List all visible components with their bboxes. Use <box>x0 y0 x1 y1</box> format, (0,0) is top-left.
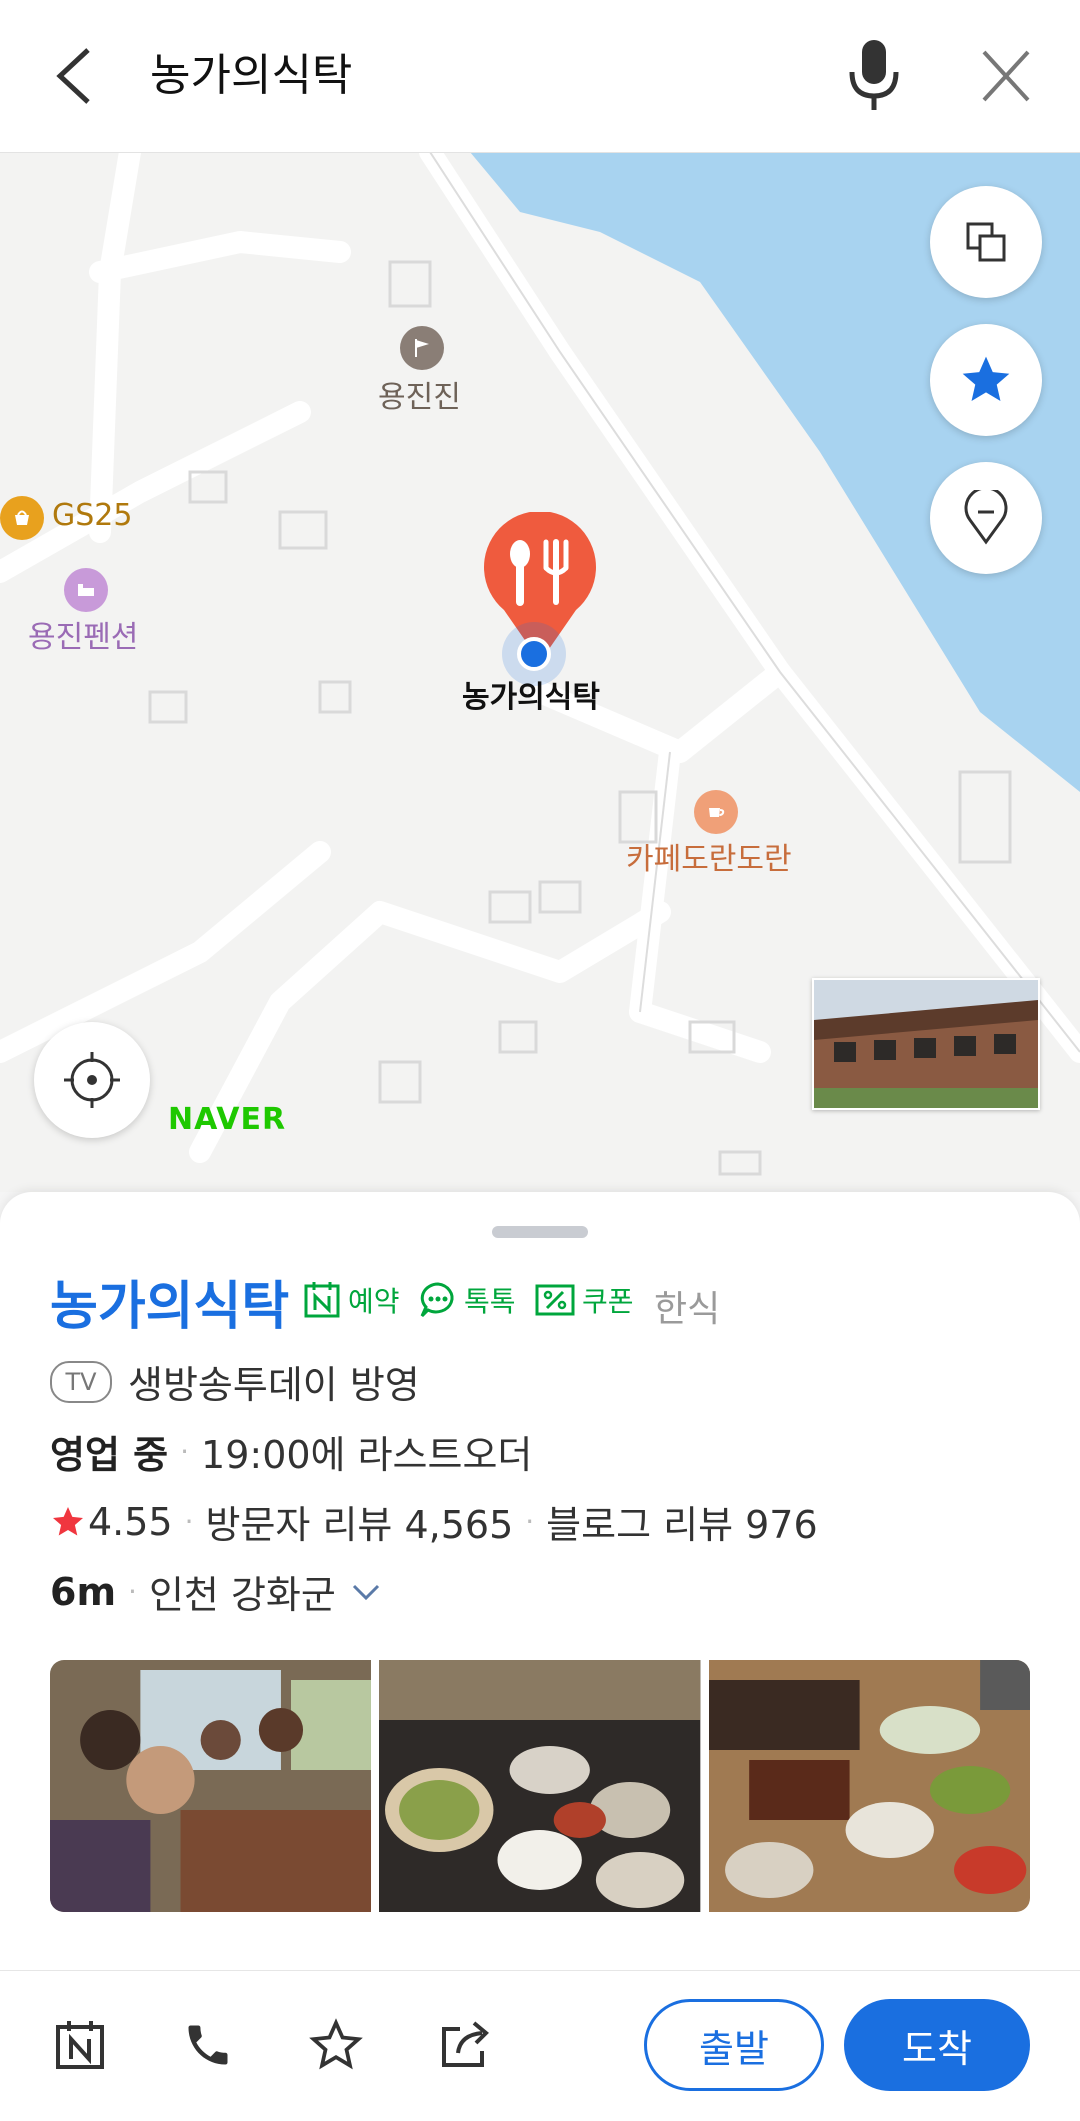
phone-icon <box>188 2025 228 2065</box>
reserve-badge[interactable]: 예약 <box>302 1280 400 1320</box>
call-button[interactable] <box>178 2015 238 2075</box>
chevron-down-icon[interactable] <box>348 1580 384 1604</box>
arrive-button[interactable]: 도착 <box>844 1999 1030 2091</box>
microphone-icon[interactable] <box>846 36 902 116</box>
photo-table-spread[interactable] <box>708 1660 1030 1912</box>
search-bar: 농가의식탁 <box>0 0 1080 153</box>
address: 인천 강화군 <box>148 1573 336 1617</box>
drag-handle[interactable] <box>492 1226 588 1238</box>
visitor-reviews-link[interactable]: 방문자 리뷰 4,565 <box>206 1494 514 1549</box>
calendar-n-icon <box>56 2021 104 2069</box>
photo-strip <box>50 1660 1030 1912</box>
tv-row: TV 생방송투데이 방영 <box>50 1354 420 1409</box>
location-pin-icon <box>964 490 1008 545</box>
rating-star-icon <box>53 1506 83 1535</box>
coupon-label: 쿠폰 <box>582 1285 634 1318</box>
reserve-label: 예약 <box>348 1285 400 1318</box>
star-icon <box>962 356 1010 401</box>
blog-reviews-link[interactable]: 블로그 리뷰 976 <box>546 1494 818 1549</box>
open-status: 영업 중 <box>50 1433 169 1477</box>
poi-yongjin-pension[interactable]: 용진펜션 <box>28 612 138 656</box>
layers-icon <box>966 222 1006 262</box>
address-row[interactable]: 6m · 인천 강화군 <box>50 1564 384 1619</box>
coupon-icon <box>535 1284 575 1316</box>
place-name[interactable]: 농가의식탁 <box>50 1264 289 1339</box>
selected-place-label[interactable]: 농가의식탁 <box>462 672 600 716</box>
place-thumbnail[interactable] <box>812 978 1040 1110</box>
layers-button[interactable] <box>930 186 1042 298</box>
current-location-button[interactable] <box>34 1022 150 1138</box>
photo-side-dishes[interactable] <box>379 1660 701 1912</box>
search-query[interactable]: 농가의식탁 <box>150 46 352 106</box>
tv-icon: TV <box>50 1360 112 1403</box>
chat-icon <box>420 1282 454 1318</box>
coupon-badge[interactable]: 쿠폰 <box>534 1280 634 1320</box>
close-icon[interactable] <box>978 44 1034 108</box>
naver-booking-button[interactable] <box>50 2015 110 2075</box>
share-icon <box>442 2021 489 2067</box>
separator-dot: · <box>184 1505 194 1538</box>
poi-gs25[interactable]: GS25 <box>52 498 132 533</box>
separator-dot: · <box>128 1575 137 1608</box>
flag-icon[interactable] <box>400 326 444 370</box>
naver-booking-icon <box>304 1282 340 1318</box>
location-pin-button[interactable] <box>930 462 1042 574</box>
depart-button[interactable]: 출발 <box>644 1999 824 2091</box>
review-row: 4.55 · 방문자 리뷰 4,565 · 블로그 리뷰 976 <box>50 1494 818 1549</box>
share-button[interactable] <box>436 2015 496 2075</box>
cafe-icon[interactable] <box>694 790 738 834</box>
last-order: 19:00에 라스트오더 <box>201 1433 533 1477</box>
place-info-sheet: 농가의식탁 예약 톡톡 쿠폰 한식 TV 생방송투데이 방영 영업 중 · 19… <box>0 1192 1080 1970</box>
tv-text: 생방송투데이 방영 <box>128 1363 420 1407</box>
talk-badge[interactable]: 톡톡 <box>418 1280 516 1320</box>
photo-diners[interactable] <box>50 1660 372 1912</box>
star-outline-icon <box>309 2018 363 2070</box>
map-view[interactable]: 용진진 GS25 용진펜션 카페도란도란 농가의식탁 NAVER <box>0 152 1080 1192</box>
status-row[interactable]: 영업 중 · 19:00에 라스트오더 <box>50 1424 532 1479</box>
rating-value: 4.55 <box>88 1499 173 1544</box>
poi-yongjinjin[interactable]: 용진진 <box>378 372 461 416</box>
poi-cafe[interactable]: 카페도란도란 <box>626 834 792 878</box>
talk-label: 톡톡 <box>464 1285 516 1318</box>
save-button[interactable] <box>306 2015 366 2075</box>
back-icon[interactable] <box>48 44 108 108</box>
separator-dot: · <box>180 1435 190 1468</box>
convenience-store-icon[interactable] <box>0 496 44 540</box>
separator-dot: · <box>525 1505 535 1538</box>
pension-icon[interactable] <box>64 568 108 612</box>
bottom-action-bar: 출발 도착 <box>0 1970 1080 2121</box>
favorite-button[interactable] <box>930 324 1042 436</box>
crosshair-icon <box>64 1052 120 1108</box>
place-category: 한식 <box>654 1289 721 1330</box>
distance: 6m <box>50 1569 117 1614</box>
naver-logo: NAVER <box>168 1102 287 1137</box>
